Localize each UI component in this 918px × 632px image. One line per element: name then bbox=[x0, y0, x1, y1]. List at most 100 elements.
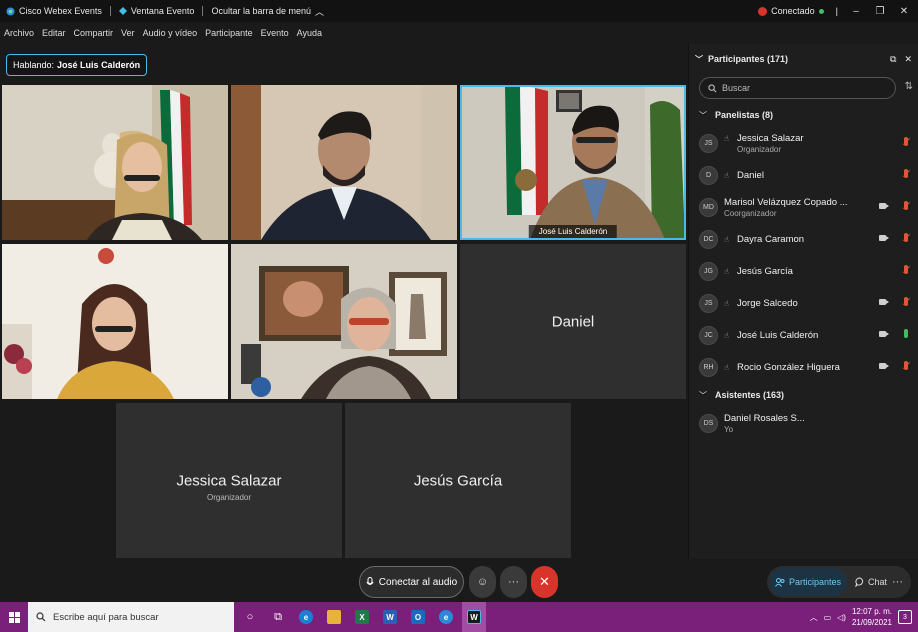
menu-audio-video[interactable]: Audio y vídeo bbox=[143, 28, 198, 38]
avatar: JC bbox=[699, 325, 718, 345]
people-icon bbox=[775, 577, 785, 587]
chat-bubble-icon bbox=[855, 577, 864, 587]
outlook-icon[interactable]: O bbox=[406, 602, 430, 632]
video-feed bbox=[2, 85, 228, 240]
camera-icon[interactable] bbox=[879, 203, 889, 209]
more-options-button[interactable]: ··· bbox=[500, 566, 527, 598]
windows-taskbar: Escribe aquí para buscar ○ ⧉ e X W O e W… bbox=[0, 602, 918, 632]
chevron-down-icon[interactable]: ﹀ bbox=[695, 54, 703, 65]
network-icon[interactable]: ▭ bbox=[824, 613, 832, 622]
mic-muted-icon[interactable] bbox=[904, 233, 908, 242]
participant-row[interactable]: D ☝ Daniel bbox=[689, 159, 918, 191]
participants-toggle-button[interactable]: Participantes bbox=[769, 568, 848, 596]
participant-row[interactable]: JC ☝ José Luis Calderón bbox=[689, 319, 918, 351]
sort-icon[interactable]: ⇅ bbox=[905, 81, 913, 92]
tile-participant-name: Jessica Salazar bbox=[176, 472, 282, 489]
camera-icon[interactable] bbox=[879, 331, 889, 337]
video-feed bbox=[231, 85, 457, 240]
volume-icon[interactable]: ◁) bbox=[837, 613, 846, 622]
avatar: JS bbox=[699, 133, 718, 153]
video-tile-active-speaker[interactable]: José Luis Calderón bbox=[460, 85, 686, 240]
cortana-icon[interactable]: ○ bbox=[238, 602, 262, 632]
reactions-button[interactable]: ☺ bbox=[469, 566, 496, 598]
hide-menu-toggle[interactable]: Ocultar la barra de menú ︿ bbox=[211, 5, 324, 18]
hand-icon: ☝ bbox=[724, 266, 729, 276]
app-title: Cisco Webex Events bbox=[6, 6, 102, 16]
restore-button[interactable]: ❐ bbox=[874, 6, 886, 17]
leave-meeting-button[interactable]: ✕ bbox=[531, 566, 558, 598]
hand-icon: ☝ bbox=[724, 330, 729, 340]
hand-icon: ☝ bbox=[724, 133, 729, 143]
video-tile-4[interactable] bbox=[2, 244, 228, 399]
mic-muted-icon[interactable] bbox=[904, 201, 908, 210]
webex-logo-icon bbox=[6, 6, 15, 16]
participant-role: Organizador bbox=[737, 144, 782, 154]
tile-name-label: José Luis Calderón bbox=[528, 225, 618, 238]
menu-compartir[interactable]: Compartir bbox=[74, 28, 114, 38]
mic-muted-icon[interactable] bbox=[904, 297, 908, 306]
participant-row[interactable]: DS Daniel Rosales S... Yo bbox=[689, 407, 918, 439]
avatar: D bbox=[699, 165, 718, 185]
title-divider: | bbox=[835, 6, 838, 16]
chevron-up-icon[interactable]: ︿ bbox=[810, 612, 818, 623]
avatar: JG bbox=[699, 261, 718, 281]
taskbar-clock[interactable]: 12:07 p. m. 21/09/2021 bbox=[852, 606, 892, 628]
mic-muted-icon[interactable] bbox=[904, 137, 908, 146]
video-tile-1[interactable] bbox=[2, 85, 228, 240]
status-icon bbox=[758, 6, 768, 16]
mic-muted-icon[interactable] bbox=[904, 169, 908, 178]
video-tile-daniel[interactable]: Daniel bbox=[460, 244, 686, 399]
minimize-button[interactable]: – bbox=[850, 6, 862, 17]
participant-row[interactable]: JS ☝ Jessica Salazar Organizador bbox=[689, 127, 918, 159]
notification-icon[interactable]: 3 bbox=[898, 610, 912, 624]
word-icon[interactable]: W bbox=[378, 602, 402, 632]
chevron-down-icon: ﹀ bbox=[699, 110, 707, 120]
task-view-icon[interactable]: ⧉ bbox=[266, 602, 290, 632]
participant-row[interactable]: MD Marisol Velázquez Copado ... Coorgani… bbox=[689, 191, 918, 223]
participant-row[interactable]: RH ☝ Rocio González Higuera bbox=[689, 351, 918, 383]
mic-muted-icon[interactable] bbox=[904, 361, 908, 370]
avatar: RH bbox=[699, 357, 718, 377]
close-icon[interactable]: ✕ bbox=[904, 54, 912, 65]
video-tile-5[interactable] bbox=[231, 244, 457, 399]
popout-icon[interactable]: ⧉ bbox=[890, 54, 896, 65]
participants-panel: ﹀ Participantes (171) ⧉ ✕ Buscar ⇅ ﹀ Pan… bbox=[688, 44, 918, 559]
internet-explorer-icon[interactable]: e bbox=[434, 602, 458, 632]
menu-editar[interactable]: Editar bbox=[42, 28, 66, 38]
chat-toggle-button[interactable]: Chat bbox=[855, 577, 887, 587]
event-window-tab[interactable]: Ventana Evento bbox=[118, 6, 194, 16]
menu-participante[interactable]: Participante bbox=[205, 28, 253, 38]
camera-icon[interactable] bbox=[879, 363, 889, 369]
connect-audio-button[interactable]: Conectar al audio bbox=[359, 566, 464, 598]
video-tile-jesus[interactable]: Jesús García bbox=[345, 403, 571, 558]
start-button[interactable] bbox=[0, 602, 28, 632]
video-tile-jessica[interactable]: Jessica Salazar Organizador bbox=[116, 403, 342, 558]
mic-active-icon[interactable] bbox=[904, 329, 908, 338]
close-button[interactable]: ✕ bbox=[898, 6, 910, 17]
webex-taskbar-icon[interactable]: W bbox=[462, 602, 486, 632]
excel-icon[interactable]: X bbox=[350, 602, 374, 632]
video-tile-2[interactable] bbox=[231, 85, 457, 240]
menu-ayuda[interactable]: Ayuda bbox=[297, 28, 322, 38]
participant-row[interactable]: JS ☝ Jorge Salcedo bbox=[689, 287, 918, 319]
taskbar-search[interactable]: Escribe aquí para buscar bbox=[28, 602, 234, 632]
menu-archivo[interactable]: Archivo bbox=[4, 28, 34, 38]
camera-icon[interactable] bbox=[879, 235, 889, 241]
attendees-group-header[interactable]: ﹀ Asistentes (163) bbox=[689, 383, 918, 407]
menu-evento[interactable]: Evento bbox=[261, 28, 289, 38]
tile-participant-role: Organizador bbox=[206, 492, 252, 502]
camera-icon[interactable] bbox=[879, 299, 889, 305]
avatar: MD bbox=[699, 197, 718, 217]
connection-status[interactable]: Conectado bbox=[758, 6, 824, 16]
participant-search[interactable]: Buscar bbox=[699, 77, 896, 99]
hand-icon: ☝ bbox=[724, 298, 729, 308]
panel-header-icons: ⧉ ✕ bbox=[890, 54, 912, 65]
panelists-group-header[interactable]: ﹀ Panelistas (8) bbox=[689, 103, 918, 127]
participant-row[interactable]: DC ☝ Dayra Caramon bbox=[689, 223, 918, 255]
panel-more-icon[interactable]: ··· bbox=[892, 576, 903, 588]
participant-row[interactable]: JG ☝ Jesús García bbox=[689, 255, 918, 287]
menu-ver[interactable]: Ver bbox=[121, 28, 135, 38]
mic-muted-icon[interactable] bbox=[904, 265, 908, 274]
file-explorer-icon[interactable] bbox=[322, 602, 346, 632]
edge-icon[interactable]: e bbox=[294, 602, 318, 632]
